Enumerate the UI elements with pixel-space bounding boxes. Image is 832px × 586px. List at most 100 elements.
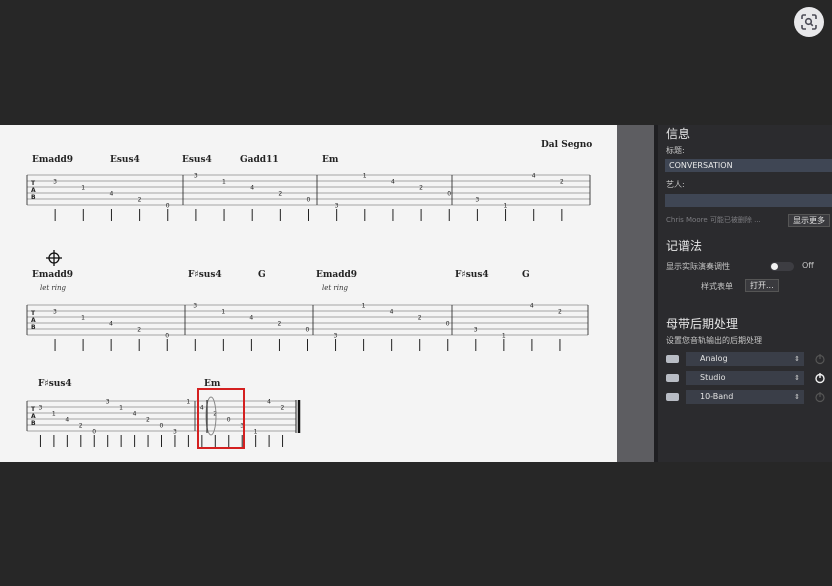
fret-number[interactable]: 3 — [474, 327, 478, 334]
fret-number[interactable]: 3 — [334, 333, 338, 340]
fret-number[interactable]: 3 — [193, 303, 197, 310]
fret-number[interactable]: 3 — [106, 399, 110, 406]
stylesheet-label: 样式表单 — [701, 282, 733, 291]
mastering-description: 设置您音轨输出的后期处理 — [666, 336, 762, 345]
fret-number[interactable]: 2 — [278, 191, 282, 198]
tab-clef-row-3: TAB — [31, 406, 36, 427]
score-view[interactable]: 3 1 4 2 0 3 1 4 2 0 3 1 4 2 0 3 1 4 2 3 1 4 2 0 3 1 4 2 0 3 1 4 2 0 3 1 4 2 3 1… — [0, 125, 617, 462]
let-ring-marking: let ring — [40, 284, 66, 292]
fret-number[interactable]: 4 — [133, 411, 137, 418]
fret-number[interactable]: 4 — [530, 303, 534, 310]
show-more-button[interactable]: 显示更多 — [788, 214, 830, 227]
mastering-heading: 母带后期处理 — [666, 317, 739, 331]
fret-number[interactable]: 2 — [281, 405, 285, 412]
guitar-pro-window: 3 1 4 2 0 3 1 4 2 0 3 1 4 2 0 3 1 4 2 3 1 4 2 0 3 1 4 2 0 3 1 4 2 0 3 1 4 2 3 1… — [0, 125, 832, 462]
fret-number[interactable]: 3 — [194, 173, 198, 180]
album-hint: Chris Moore 可能已被删除 ... — [666, 216, 761, 224]
coda-sign — [46, 250, 62, 266]
fret-number[interactable]: 0 — [306, 327, 310, 334]
artist-field[interactable] — [665, 194, 832, 207]
fret-number[interactable]: 4 — [109, 191, 113, 198]
fret-number[interactable]: 4 — [390, 309, 394, 316]
fret-number[interactable]: 0 — [307, 197, 311, 204]
fret-number[interactable]: 1 — [221, 309, 225, 316]
chord-name: F♯sus4 — [455, 270, 489, 280]
fret-number[interactable]: 1 — [363, 173, 367, 180]
fret-number[interactable]: 3 — [53, 179, 57, 186]
fret-number[interactable]: 0 — [92, 429, 96, 436]
dynamics-toggle[interactable] — [770, 262, 794, 271]
fret-number[interactable]: 0 — [446, 321, 450, 328]
visual-search-button[interactable] — [794, 7, 824, 37]
chevron-updown-icon: ⇕ — [794, 374, 800, 382]
fret-number[interactable]: 3 — [335, 203, 339, 210]
fret-number[interactable]: 1 — [81, 185, 85, 192]
open-stylesheet-button[interactable]: 打开... — [745, 279, 779, 292]
fret-number[interactable]: 2 — [138, 197, 142, 204]
toggle-knob — [771, 263, 778, 270]
chord-name: G — [258, 270, 266, 280]
power-icon[interactable] — [814, 353, 826, 365]
fret-number[interactable]: 4 — [109, 321, 113, 328]
fret-number[interactable]: 1 — [254, 429, 258, 436]
chevron-updown-icon: ⇕ — [794, 393, 800, 401]
fret-number[interactable]: 2 — [146, 417, 150, 424]
chord-name: Gadd11 — [240, 155, 279, 165]
chord-name: F♯sus4 — [188, 270, 222, 280]
fx-device-icon — [666, 374, 679, 382]
fret-number[interactable]: 1 — [52, 411, 56, 418]
selection-highlight[interactable] — [197, 388, 245, 449]
fret-number[interactable]: 2 — [419, 185, 423, 192]
fret-number[interactable]: 4 — [249, 315, 253, 322]
effect-select[interactable]: 10-Band ⇕ — [686, 390, 804, 404]
fret-number[interactable]: 1 — [362, 303, 366, 310]
fret-number[interactable]: 2 — [558, 309, 562, 316]
power-icon[interactable] — [814, 391, 826, 403]
chord-name: F♯sus4 — [38, 379, 72, 389]
fret-number[interactable]: 0 — [227, 417, 231, 424]
notation-heading: 记谱法 — [666, 239, 703, 253]
chevron-updown-icon: ⇕ — [794, 355, 800, 363]
fret-number[interactable]: 2 — [277, 321, 281, 328]
power-icon[interactable] — [814, 372, 826, 384]
fret-number[interactable]: 1 — [504, 203, 508, 210]
effect-select[interactable]: Studio ⇕ — [686, 371, 804, 385]
fret-number[interactable]: 0 — [166, 203, 170, 210]
title-field[interactable]: CONVERSATION — [665, 159, 832, 172]
fret-number[interactable]: 2 — [560, 179, 564, 186]
fret-number[interactable]: 4 — [267, 399, 271, 406]
fret-number[interactable]: 0 — [160, 423, 164, 430]
effect-select[interactable]: Analog ⇕ — [686, 352, 804, 366]
fret-number[interactable]: 1 — [186, 399, 190, 406]
fret-number[interactable]: 1 — [502, 333, 506, 340]
chord-name: Esus4 — [110, 155, 140, 165]
fret-number[interactable]: 3 — [173, 429, 177, 436]
fret-number[interactable]: 1 — [222, 179, 226, 186]
fret-number[interactable]: 4 — [391, 179, 395, 186]
tab-clef-row-2: TAB — [31, 310, 36, 331]
fret-number[interactable]: 0 — [165, 333, 169, 340]
fret-number[interactable]: 2 — [213, 411, 217, 418]
chord-name: Em — [204, 379, 221, 389]
fret-number[interactable]: 3 — [475, 197, 479, 204]
fret-number[interactable]: 4 — [250, 185, 254, 192]
fret-number[interactable]: 0 — [447, 191, 451, 198]
fret-number[interactable]: 4 — [532, 173, 536, 180]
let-ring-marking: let ring — [322, 284, 348, 292]
fret-number[interactable]: 2 — [418, 315, 422, 322]
fret-number[interactable]: 1 — [119, 405, 123, 412]
fret-number[interactable]: 4 — [200, 405, 204, 412]
fret-number[interactable]: 2 — [137, 327, 141, 334]
fret-number[interactable]: 1 — [81, 315, 85, 322]
mastering-effect-row: Analog ⇕ — [666, 352, 832, 366]
fret-number[interactable]: 4 — [65, 417, 69, 424]
score-margin — [617, 125, 654, 462]
chord-name: Emadd9 — [32, 270, 74, 280]
fret-number[interactable]: 2 — [79, 423, 83, 430]
fret-number[interactable]: 3 — [38, 405, 42, 412]
fx-device-icon — [666, 393, 679, 401]
dal-segno-marking: Dal Segno — [541, 140, 593, 150]
fret-number[interactable]: 3 — [53, 309, 57, 316]
toggle-state: Off — [802, 261, 814, 270]
inspector-panel: 信息 标题: CONVERSATION 艺人: Chris Moore 可能已被… — [658, 125, 832, 462]
